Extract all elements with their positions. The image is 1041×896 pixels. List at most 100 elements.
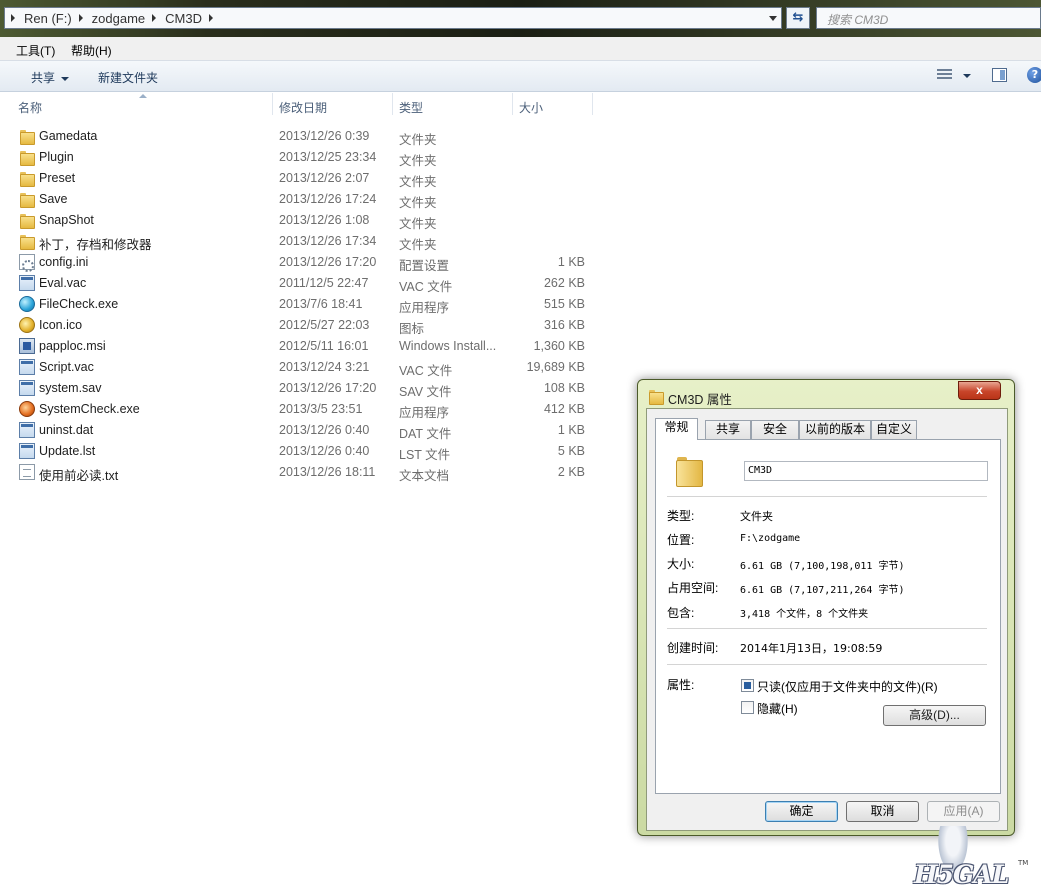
watermark-logo: H5GAL TM [906,826,1036,892]
breadcrumb-zodgame[interactable]: zodgame [91,11,146,26]
file-row[interactable]: uninst.dat 2013/12/26 0:40 DAT 文件 1 KB [0,420,600,441]
file-date: 2013/12/26 18:11 [279,465,376,479]
size-on-disk-label: 占用空间: [667,581,719,595]
file-name: Update.lst [39,444,96,458]
file-row[interactable]: SystemCheck.exe 2013/3/5 23:51 应用程序 412 KB [0,399,600,420]
file-row[interactable]: Save 2013/12/26 17:24 文件夹 [0,189,600,210]
file-row[interactable]: Icon.ico 2012/5/27 22:03 图标 316 KB [0,315,600,336]
column-divider[interactable] [272,93,273,115]
file-row[interactable]: Eval.vac 2011/12/5 22:47 VAC 文件 262 KB [0,273,600,294]
app-icon [19,275,35,291]
address-bar[interactable]: Ren (F:) zodgame CM3D [4,7,782,29]
file-row[interactable]: config.ini 2013/12/26 17:20 配置设置 1 KB [0,252,600,273]
column-size[interactable]: 大小 [519,99,543,116]
column-divider[interactable] [592,93,593,115]
breadcrumb-drive[interactable]: Ren (F:) [23,11,73,26]
file-row[interactable]: SnapShot 2013/12/26 1:08 文件夹 [0,210,600,231]
share-button[interactable]: 共享 [31,69,70,86]
breadcrumb-separator-icon[interactable] [11,14,15,22]
apply-button: 应用(A) [927,801,1000,822]
menu-help[interactable]: 帮助(H) [71,42,112,59]
share-label: 共享 [31,71,56,85]
file-date: 2013/7/6 18:41 [279,297,363,311]
hidden-checkbox[interactable] [741,701,754,714]
hidden-checkbox-label[interactable]: 隐藏(H) [757,700,798,717]
file-type: LST 文件 [399,448,451,462]
size-on-disk-value: 6.61 GB (7,107,211,264 字节) [740,585,905,596]
type-value: 文件夹 [740,510,773,523]
orb-icon [19,401,35,417]
file-name: Save [39,192,68,206]
folder-icon [675,455,703,487]
file-date: 2013/12/26 1:08 [279,213,370,227]
advanced-button[interactable]: 高级(D)... [883,705,986,726]
file-date: 2013/12/26 17:20 [279,255,377,269]
tab-previous-versions[interactable]: 以前的版本 [799,420,871,439]
search-input[interactable]: 搜索 CM3D [816,7,1041,29]
cancel-button[interactable]: 取消 [846,801,919,822]
app-icon [19,422,35,438]
breadcrumb-cm3d[interactable]: CM3D [164,11,203,26]
breadcrumb-separator-icon[interactable] [152,14,157,22]
file-row[interactable]: Plugin 2013/12/25 23:34 文件夹 [0,147,600,168]
file-type: VAC 文件 [399,280,453,294]
file-row[interactable]: papploc.msi 2012/5/11 16:01 Windows Instal… [0,336,600,357]
file-date: 2013/12/26 0:40 [279,444,370,458]
file-size: 1 KB [557,255,585,269]
tab-general[interactable]: 常规 [655,418,698,440]
location-value: F:\zodgame [740,533,801,544]
file-row[interactable]: Script.vac 2013/12/24 3:21 VAC 文件 19,689 KB [0,357,600,378]
sort-ascending-icon [139,94,147,98]
file-row[interactable]: Update.lst 2013/12/26 0:40 LST 文件 5 KB [0,441,600,462]
app-icon [19,380,35,396]
close-icon: x [976,383,983,397]
tab-customize[interactable]: 自定义 [871,420,917,439]
preview-pane-icon[interactable] [992,68,1007,82]
tab-security[interactable]: 安全 [751,420,799,439]
folder-name-field[interactable]: CM3D [744,461,988,481]
file-type: 文件夹 [399,196,437,210]
file-type: SAV 文件 [399,385,452,399]
file-size: 1 KB [557,423,585,437]
file-row[interactable]: Preset 2013/12/26 2:07 文件夹 [0,168,600,189]
file-row[interactable]: 补丁，存档和修改器 2013/12/26 17:34 文件夹 [0,231,600,252]
file-size: 262 KB [543,276,585,290]
text-file-icon [19,464,35,480]
column-date[interactable]: 修改日期 [279,99,327,116]
file-row[interactable]: Gamedata 2013/12/26 0:39 文件夹 [0,126,600,147]
readonly-checkbox[interactable] [741,679,754,692]
divider [667,664,987,665]
file-row[interactable]: 使用前必读.txt 2013/12/26 18:11 文本文档 2 KB [0,462,600,483]
column-divider[interactable] [392,93,393,115]
file-type: 文件夹 [399,154,437,168]
file-name: FileCheck.exe [39,297,119,311]
divider [667,496,987,497]
column-type[interactable]: 类型 [399,99,423,116]
refresh-button[interactable]: ⇆ [786,7,810,29]
file-name: system.sav [39,381,102,395]
tab-sharing[interactable]: 共享 [705,420,751,439]
file-type: 文本文档 [399,469,450,483]
menu-tools[interactable]: 工具(T) [16,42,55,59]
view-dropdown-icon[interactable] [963,74,971,78]
ok-button[interactable]: 确定 [765,801,838,822]
close-button[interactable]: x [958,381,1001,400]
help-icon[interactable]: ? [1027,67,1041,83]
folder-icon [19,233,35,250]
file-list: Gamedata 2013/12/26 0:39 文件夹 Plugin 2013/12/… [0,126,600,483]
readonly-checkbox-label[interactable]: 只读(仅应用于文件夹中的文件)(R) [757,678,938,695]
new-folder-button[interactable]: 新建文件夹 [98,69,158,86]
folder-icon [19,212,35,229]
app-icon [19,359,35,375]
file-name: SnapShot [39,213,94,227]
file-row[interactable]: system.sav 2013/12/26 17:20 SAV 文件 108 KB [0,378,600,399]
file-name: Icon.ico [39,318,83,332]
column-divider[interactable] [512,93,513,115]
address-history-dropdown-icon[interactable] [769,16,777,21]
view-options-icon[interactable] [937,69,952,81]
breadcrumb-separator-icon[interactable] [209,14,213,22]
file-row[interactable]: FileCheck.exe 2013/7/6 18:41 应用程序 515 KB [0,294,600,315]
column-name[interactable]: 名称 [18,99,42,116]
created-value: 2014年1月13日，19:08:59 [740,642,883,655]
breadcrumb-separator-icon[interactable] [78,14,83,22]
